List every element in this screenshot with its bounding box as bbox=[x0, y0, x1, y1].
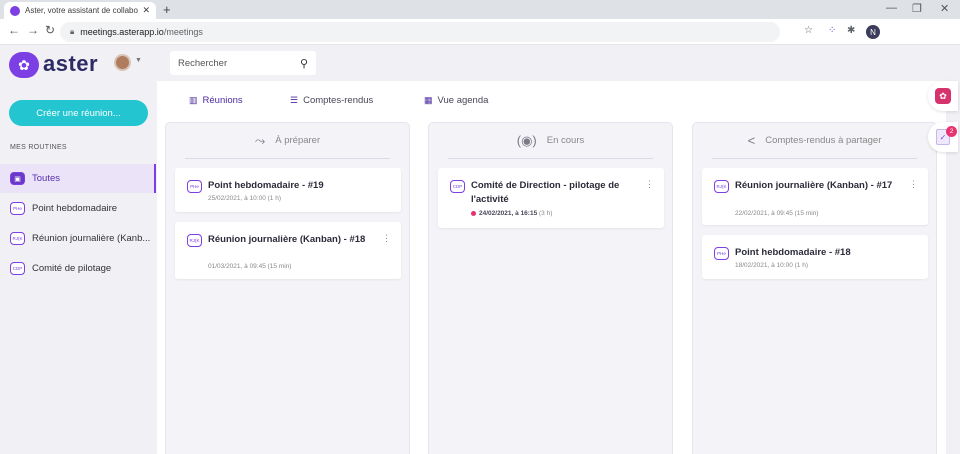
routine-code-icon: RJ(K bbox=[10, 232, 25, 245]
tasks-count-badge: 2 bbox=[946, 126, 957, 137]
more-options-icon[interactable]: ⋮ bbox=[645, 179, 654, 190]
column-title: Comptes-rendus à partager bbox=[765, 135, 882, 146]
browser-tab[interactable]: Aster, votre assistant de collabor ✕ bbox=[4, 2, 156, 19]
url-path: /meetings bbox=[163, 27, 203, 37]
column-divider bbox=[712, 158, 917, 159]
meeting-card[interactable]: CDP Comité de Direction - pilotage de l'… bbox=[438, 168, 664, 228]
columns-icon: ▥ bbox=[189, 95, 198, 105]
close-window-icon[interactable]: ✕ bbox=[940, 2, 949, 15]
sidebar-item-label: Réunion journalière (Kanb... bbox=[32, 233, 151, 244]
column-divider bbox=[448, 158, 653, 159]
column-divider bbox=[185, 158, 390, 159]
live-dot-icon bbox=[471, 210, 476, 216]
minimize-icon[interactable]: — bbox=[886, 2, 897, 14]
aster-logo-icon[interactable]: ✿ bbox=[9, 52, 39, 78]
gift-widget[interactable]: ✿ bbox=[928, 81, 958, 111]
meeting-title: Point hebdomadaire - #18 bbox=[735, 247, 851, 258]
main-content: ▥ Réunions ☰ Comptes-rendus ▦ Vue agenda… bbox=[157, 81, 946, 454]
share-icon: < bbox=[747, 133, 756, 148]
sidebar-item-label: Point hebdomadaire bbox=[32, 203, 118, 214]
meeting-card[interactable]: PHe Point hebdomadaire - #18 18/02/2021,… bbox=[702, 235, 928, 279]
column-to-prepare: ⤳ À préparer PHe Point hebdomadaire - #1… bbox=[165, 122, 410, 454]
meeting-title: Réunion journalière (Kanban) - #17 bbox=[735, 180, 893, 191]
tab-label: Comptes-rendus bbox=[303, 95, 374, 106]
routine-code-icon: CDP bbox=[450, 180, 465, 193]
column-in-progress: (◉) En cours CDP Comité de Direction - p… bbox=[428, 122, 673, 454]
more-options-icon[interactable]: ⋮ bbox=[382, 233, 391, 244]
column-header: (◉) En cours bbox=[429, 123, 672, 158]
tab-agenda[interactable]: ▦ Vue agenda bbox=[424, 95, 488, 106]
search-icon[interactable]: ⚲ bbox=[300, 57, 308, 70]
reload-icon[interactable]: ↻ bbox=[45, 23, 55, 37]
address-bar[interactable]: 🔒︎ meetings.asterapp.io/meetings bbox=[60, 22, 780, 42]
column-reports-to-share: < Comptes-rendus à partager RJ(K Réunion… bbox=[692, 122, 937, 454]
meeting-date: 22/02/2021, à 09:45 (15 min) bbox=[735, 210, 819, 217]
profile-avatar[interactable]: N bbox=[866, 25, 880, 39]
gift-icon: ✿ bbox=[935, 88, 951, 104]
close-tab-icon[interactable]: ✕ bbox=[142, 5, 150, 16]
routine-code-icon: RJ(K bbox=[187, 234, 202, 247]
column-header: ⤳ À préparer bbox=[166, 123, 409, 158]
meeting-card[interactable]: RJ(K Réunion journalière (Kanban) - #17 … bbox=[702, 168, 928, 225]
meeting-date: 18/02/2021, à 10:00 (1 h) bbox=[735, 262, 809, 269]
tab-meetings[interactable]: ▥ Réunions bbox=[189, 95, 243, 106]
meeting-date: 01/03/2021, à 09:45 (15 min) bbox=[208, 263, 292, 270]
extension-icon[interactable]: ⁘ bbox=[828, 25, 836, 36]
star-icon[interactable]: ☆ bbox=[804, 25, 813, 36]
routine-code-icon: PHe bbox=[714, 247, 729, 260]
tab-label: Réunions bbox=[202, 95, 243, 106]
aster-favicon-icon bbox=[10, 5, 20, 16]
url-host: meetings.asterapp.io bbox=[80, 27, 164, 37]
tab-reports[interactable]: ☰ Comptes-rendus bbox=[290, 95, 373, 106]
sidebar-item-daily-kanban[interactable]: RJ(K Réunion journalière (Kanb... bbox=[0, 224, 156, 253]
logo-text[interactable]: aster bbox=[43, 51, 98, 77]
routine-code-icon: CDP bbox=[10, 262, 25, 275]
user-avatar[interactable] bbox=[114, 54, 131, 71]
meeting-title: Point hebdomadaire - #19 bbox=[208, 180, 324, 191]
new-tab-icon[interactable]: + bbox=[163, 2, 171, 17]
meeting-date: 24/02/2021, à 16:15 (3 h) bbox=[471, 210, 552, 217]
sidebar-item-weekly[interactable]: PHe Point hebdomadaire bbox=[0, 194, 156, 223]
meeting-date-highlight: 24/02/2021, à 16:15 bbox=[479, 210, 538, 217]
tab-label: Vue agenda bbox=[437, 95, 489, 106]
browser-tabstrip: Aster, votre assistant de collabor ✕ + —… bbox=[0, 0, 960, 19]
forward-icon[interactable]: → bbox=[27, 23, 39, 37]
sidebar-item-label: Comité de pilotage bbox=[32, 263, 112, 274]
meeting-duration: (3 h) bbox=[537, 210, 553, 217]
routine-code-icon: RJ(K bbox=[714, 180, 729, 193]
sidebar-item-label: Toutes bbox=[32, 173, 60, 184]
column-title: À préparer bbox=[275, 135, 321, 146]
sidebar-item-all[interactable]: ▣ Toutes bbox=[0, 164, 156, 193]
all-routines-icon: ▣ bbox=[10, 172, 25, 185]
column-header: < Comptes-rendus à partager bbox=[693, 123, 936, 158]
more-options-icon[interactable]: ⋮ bbox=[909, 179, 918, 190]
browser-toolbar: ← → ↻ 🔒︎ meetings.asterapp.io/meetings ☆… bbox=[0, 19, 960, 45]
restore-icon[interactable]: ❐ bbox=[912, 2, 922, 15]
meeting-card[interactable]: PHe Point hebdomadaire - #19 25/02/2021,… bbox=[175, 168, 401, 212]
back-icon[interactable]: ← bbox=[8, 23, 20, 37]
chevron-down-icon[interactable]: ▼ bbox=[135, 57, 142, 64]
share-forward-icon: ⤳ bbox=[254, 132, 266, 148]
puzzle-icon[interactable]: ✱ bbox=[847, 25, 855, 36]
search-placeholder: Rechercher bbox=[178, 57, 228, 69]
column-title: En cours bbox=[546, 135, 585, 146]
list-icon: ☰ bbox=[290, 95, 299, 105]
tasks-widget[interactable]: ✓ 2 bbox=[928, 122, 958, 152]
meeting-title: Réunion journalière (Kanban) - #18 bbox=[208, 234, 366, 245]
routine-code-icon: PHe bbox=[187, 180, 202, 193]
browser-tab-title: Aster, votre assistant de collabor bbox=[25, 6, 139, 15]
lock-icon: 🔒︎ bbox=[70, 27, 75, 36]
meeting-title: Comité de Direction - pilotage de l'acti… bbox=[471, 180, 620, 205]
meeting-date: 25/02/2021, à 10:00 (1 h) bbox=[208, 195, 282, 202]
routines-section-title: MES ROUTINES bbox=[10, 144, 67, 151]
routine-code-icon: PHe bbox=[10, 202, 25, 215]
meeting-card[interactable]: RJ(K Réunion journalière (Kanban) - #18 … bbox=[175, 222, 401, 279]
calendar-icon: ▦ bbox=[424, 95, 433, 105]
live-icon: (◉) bbox=[516, 132, 537, 148]
create-meeting-button[interactable]: Créer une réunion... bbox=[9, 100, 148, 126]
sidebar-item-steering[interactable]: CDP Comité de pilotage bbox=[0, 254, 156, 283]
search-input[interactable]: Rechercher ⚲ bbox=[170, 51, 316, 75]
